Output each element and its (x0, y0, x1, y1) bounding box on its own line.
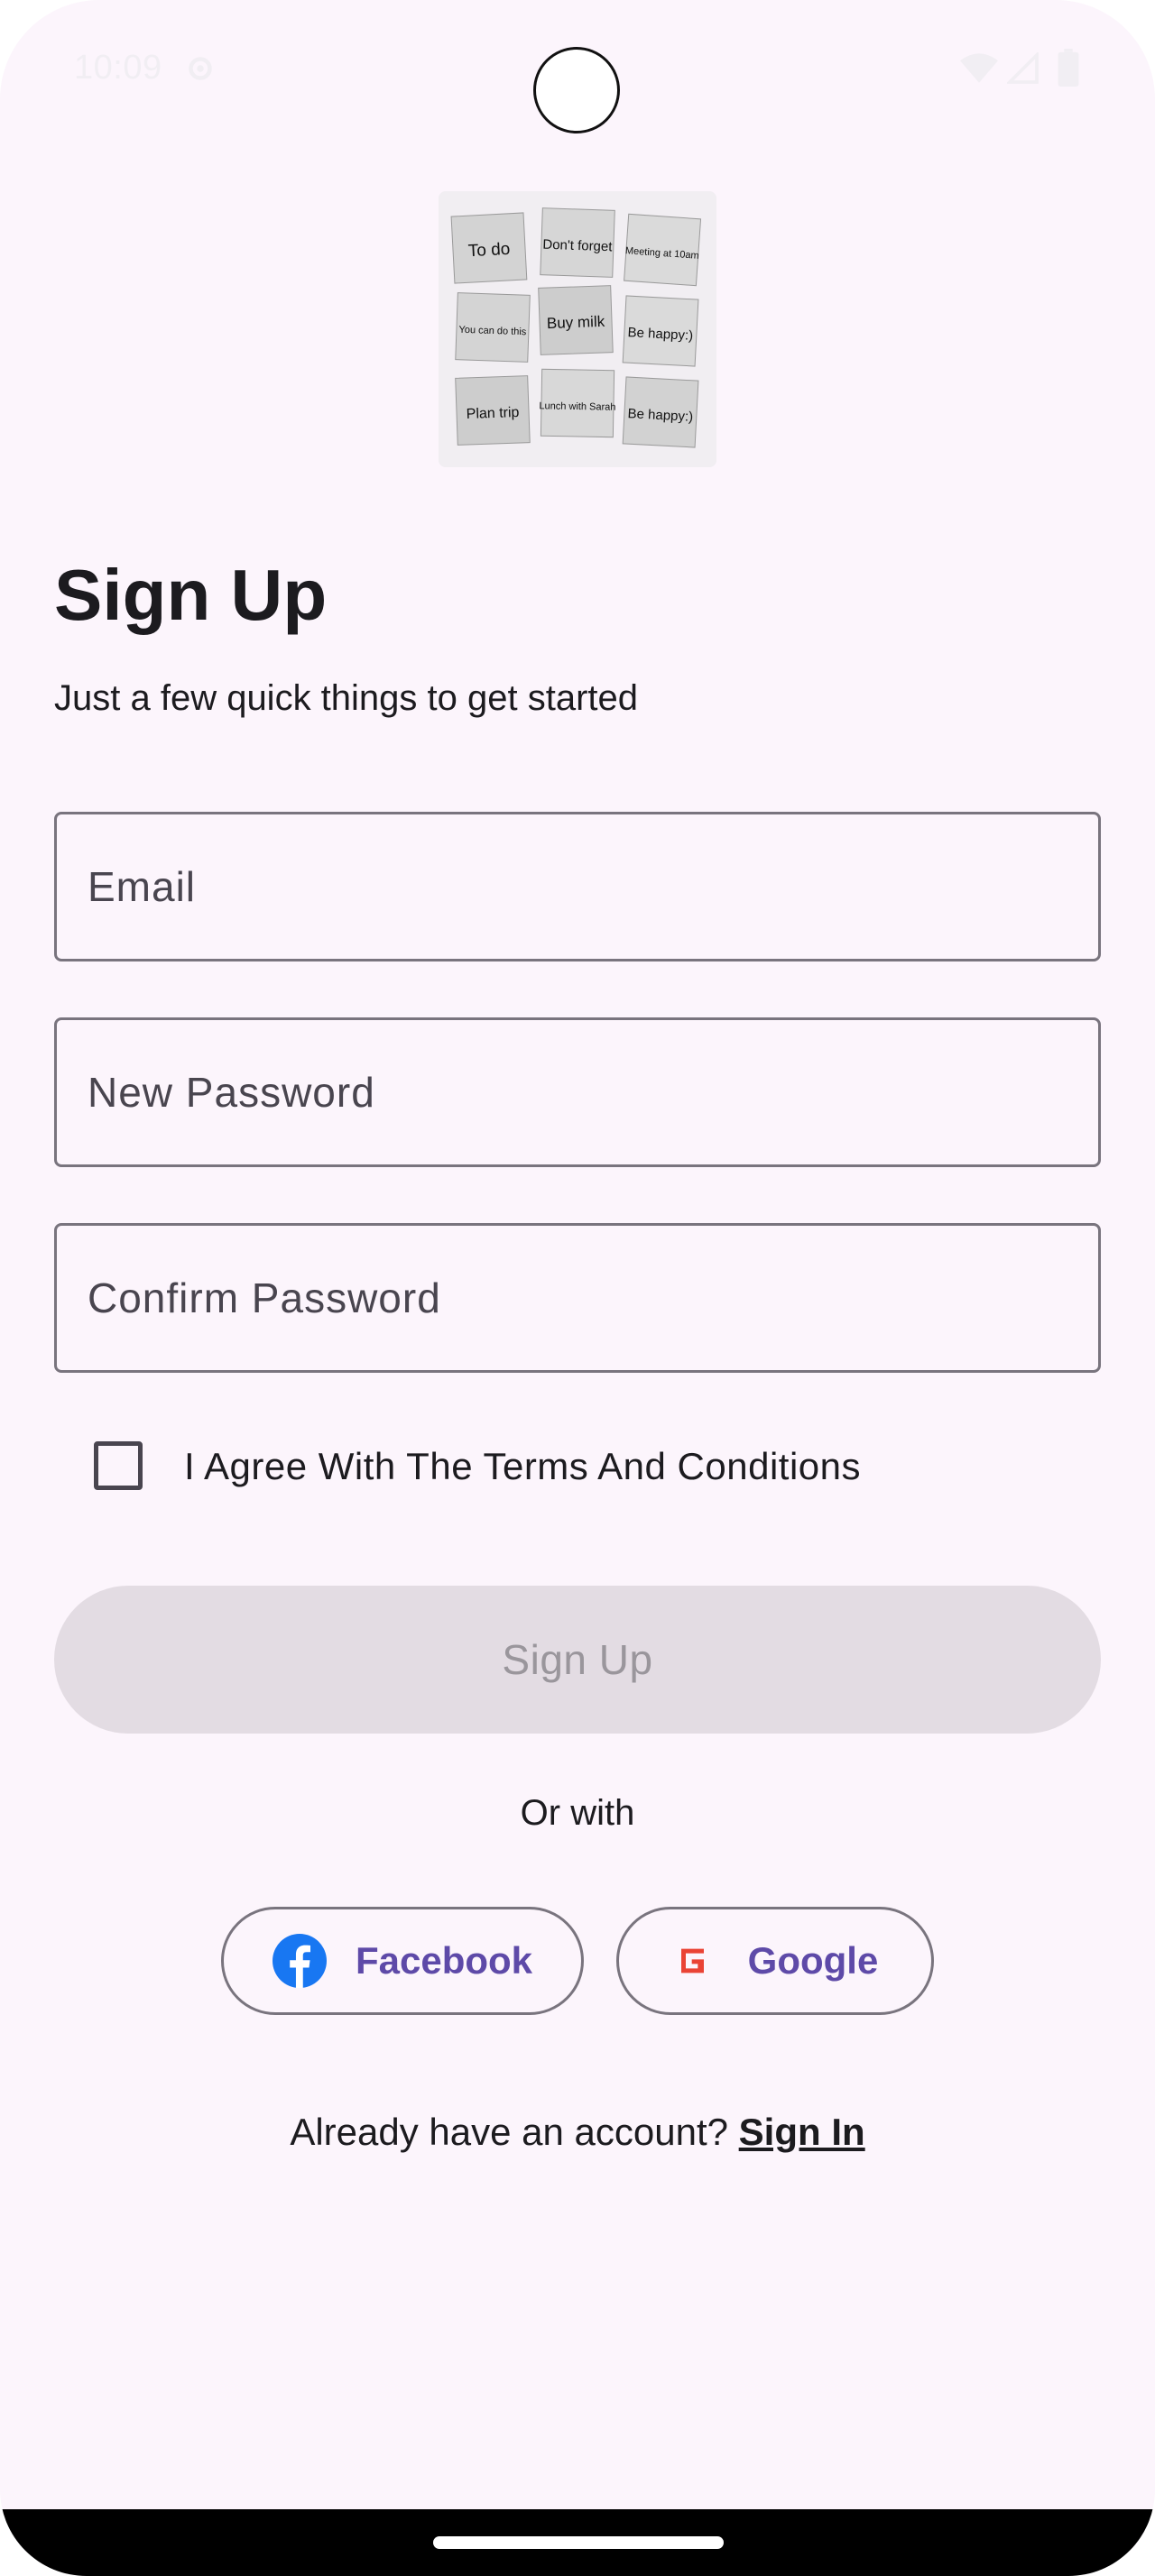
gear-icon (189, 57, 212, 80)
home-indicator[interactable] (433, 2536, 724, 2549)
confirm-password-field[interactable]: Confirm Password (54, 1223, 1101, 1373)
wifi-icon (960, 53, 998, 83)
camera-cutout (533, 47, 620, 133)
signal-icon (1007, 52, 1039, 84)
google-icon (680, 1948, 704, 1973)
logo-note-7: Plan trip (466, 405, 519, 422)
new-password-placeholder: New Password (88, 1069, 375, 1116)
social-divider-text: Or with (520, 1793, 635, 1833)
battery-icon (1058, 49, 1079, 87)
google-button[interactable]: Google (616, 1907, 934, 2015)
email-field[interactable]: Email (54, 812, 1101, 961)
logo-note-1: To do (467, 240, 511, 261)
terms-label[interactable]: I Agree With The Terms And Conditions (184, 1445, 861, 1488)
page-subtitle: Just a few quick things to get started (54, 678, 639, 718)
phone-screen: 10:09 To do Don't forget Meeting at 10am… (0, 0, 1155, 2576)
sign-in-link[interactable]: Sign In (739, 2111, 865, 2153)
sign-up-button[interactable]: Sign Up (54, 1586, 1101, 1734)
email-placeholder: Email (88, 863, 197, 910)
facebook-button[interactable]: Facebook (221, 1907, 584, 2015)
google-label: Google (747, 1939, 879, 1982)
facebook-icon (272, 1934, 327, 1988)
terms-row: I Agree With The Terms And Conditions (94, 1440, 996, 1494)
status-bar: 10:09 (0, 0, 1155, 135)
signin-row: Already have an account? Sign In (0, 2111, 1155, 2154)
signin-prompt: Already have an account? (290, 2111, 728, 2153)
logo-note-5: Buy milk (547, 313, 605, 332)
logo-note-2: Don't forget (542, 237, 613, 255)
new-password-field[interactable]: New Password (54, 1017, 1101, 1167)
terms-checkbox[interactable] (94, 1441, 143, 1490)
confirm-password-placeholder: Confirm Password (88, 1274, 441, 1321)
logo-note-8: Lunch with Sarah (539, 400, 615, 412)
status-time: 10:09 (74, 49, 162, 87)
facebook-label: Facebook (355, 1939, 533, 1982)
page-title: Sign Up (54, 555, 328, 635)
app-logo: To do Don't forget Meeting at 10am You c… (439, 191, 716, 467)
